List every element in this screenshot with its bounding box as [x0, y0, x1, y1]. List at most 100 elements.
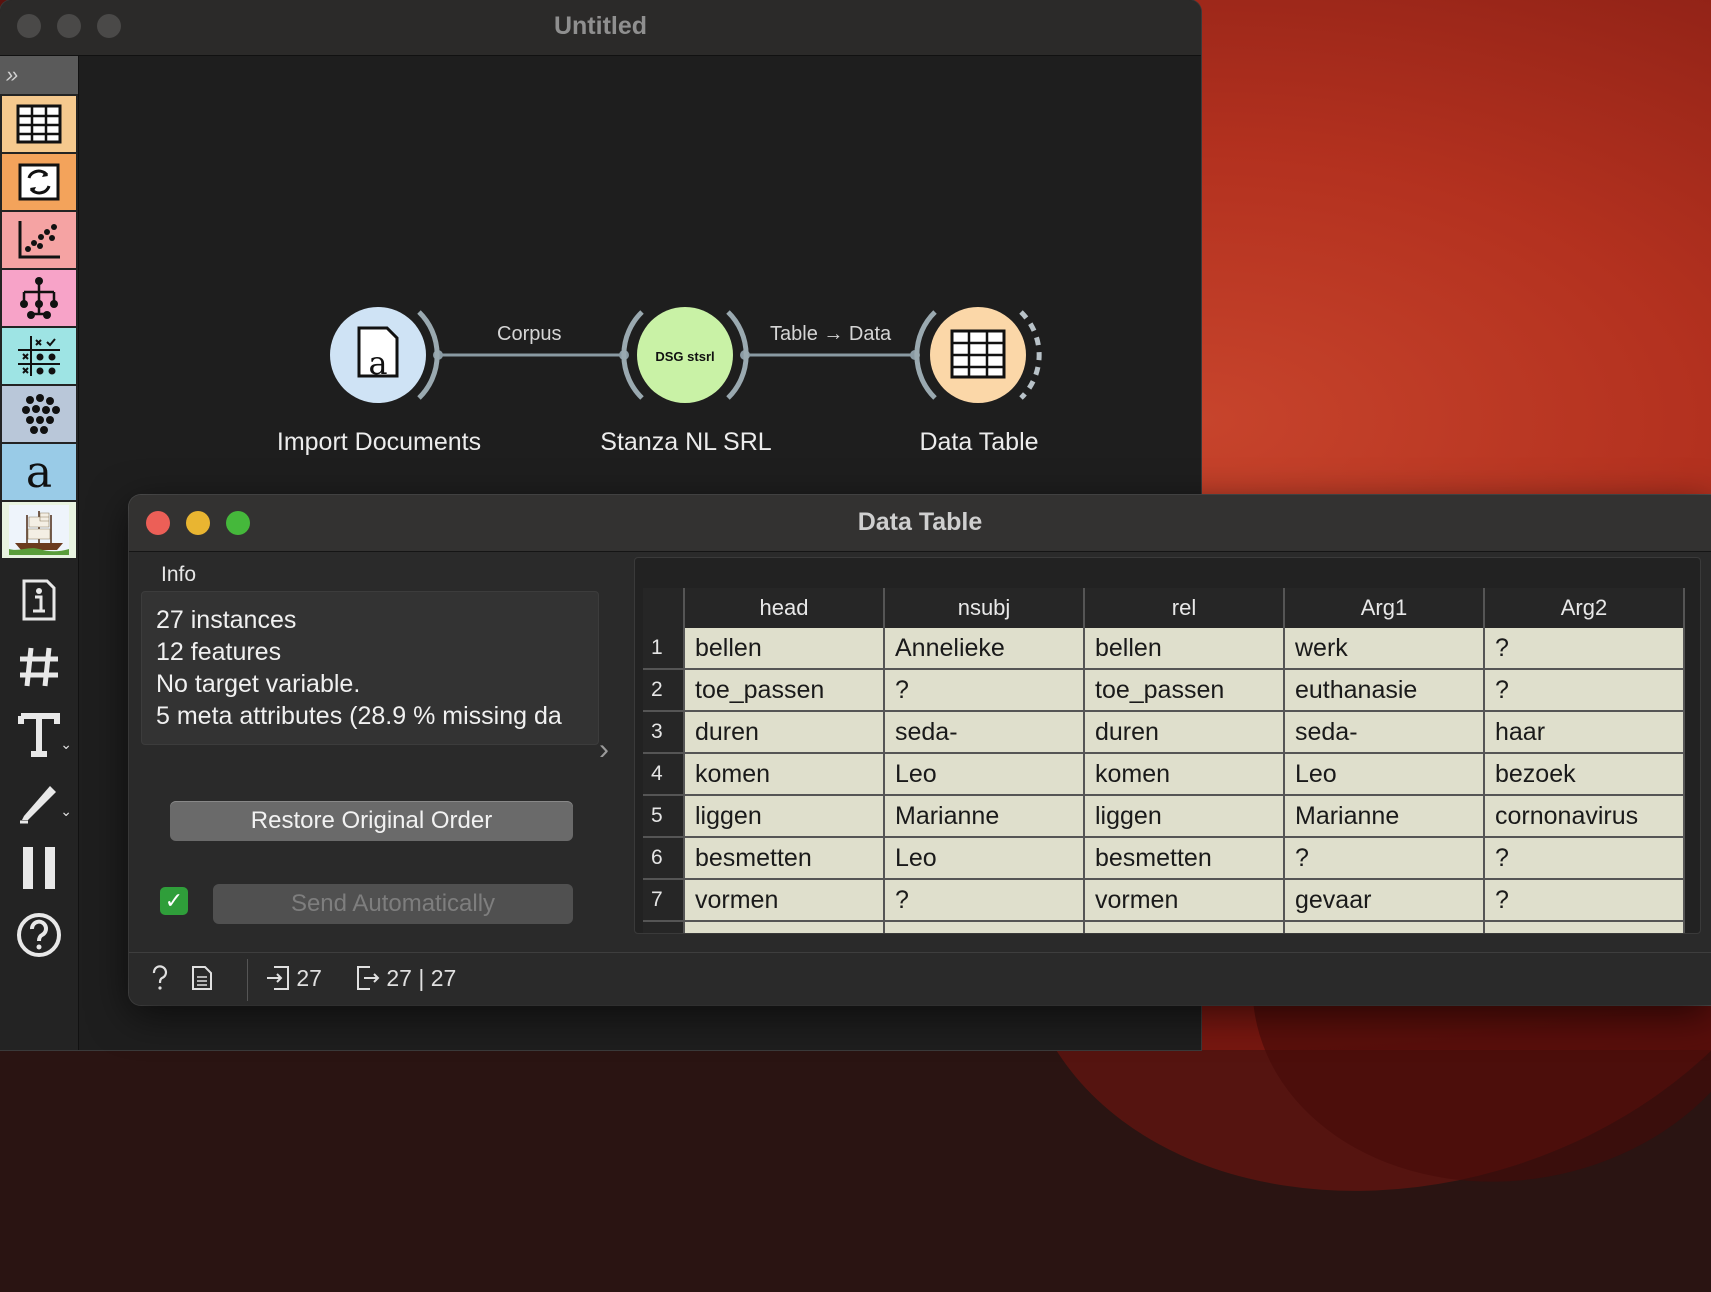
table-cell[interactable]: liggen: [684, 795, 885, 838]
node-label-data-table: Data Table: [919, 428, 1039, 456]
table-cell[interactable]: Leo: [884, 837, 1085, 880]
table-cell[interactable]: Marianne: [1284, 795, 1485, 838]
table-cell[interactable]: werk: [1284, 628, 1485, 670]
category-ship-logo-icon[interactable]: [2, 502, 76, 558]
row-number[interactable]: 3: [643, 711, 685, 754]
widget-toolbox: » a ⌄ ⌄: [0, 56, 79, 1050]
table-cell[interactable]: duren: [684, 711, 885, 754]
table-cell[interactable]: cornonavirus: [1484, 795, 1685, 838]
table-cell[interactable]: vormen: [684, 879, 885, 922]
table-cell[interactable]: vormen: [1084, 879, 1285, 922]
row-number[interactable]: 7: [643, 879, 685, 922]
table-row[interactable]: 5 liggen Marianne liggen Marianne cornonaviru…: [643, 795, 1685, 838]
input-count: 27: [266, 965, 322, 992]
column-header-rel[interactable]: rel: [1084, 588, 1285, 628]
category-model-icon[interactable]: [2, 270, 76, 326]
table-cell[interactable]: toe_passen: [1084, 669, 1285, 712]
info-features: 12 features: [156, 638, 282, 666]
info-icon[interactable]: [0, 566, 78, 633]
category-visualize-icon[interactable]: [2, 212, 76, 268]
row-number[interactable]: 4: [643, 753, 685, 796]
header-row: head nsubj rel Arg1 Arg2: [643, 588, 1685, 628]
table-cell[interactable]: ?: [1484, 837, 1685, 880]
status-divider: [247, 959, 248, 1001]
table-row[interactable]: 6 besmetten Leo besmetten??: [643, 837, 1685, 880]
send-automatically-checkbox[interactable]: ✓: [160, 887, 188, 915]
data-grid: head nsubj rel Arg1 Arg2 1 bellen Anneliek…: [643, 588, 1685, 933]
table-cell[interactable]: komen: [684, 753, 885, 796]
help-icon[interactable]: [0, 901, 78, 968]
table-cell[interactable]: ?: [884, 879, 1085, 922]
node-data-table[interactable]: [914, 307, 1042, 403]
table-cell[interactable]: duren: [1084, 711, 1285, 754]
category-text-mining-icon[interactable]: a: [2, 444, 76, 500]
data-table-titlebar: Data Table: [129, 495, 1711, 552]
send-automatically-button[interactable]: Send Automatically: [213, 884, 573, 924]
table-row[interactable]: 2 toe_passen? toe_passen euthanasie?: [643, 669, 1685, 712]
data-table-view[interactable]: head nsubj rel Arg1 Arg2 1 bellen Anneliek…: [634, 557, 1701, 934]
info-target: No target variable.: [156, 670, 361, 698]
table-cell[interactable]: komen: [1084, 753, 1285, 796]
main-titlebar: Untitled: [0, 0, 1201, 56]
row-number[interactable]: 1: [643, 628, 685, 670]
node-label-import-documents: Import Documents: [276, 428, 482, 456]
text-icon[interactable]: ⌄: [0, 700, 78, 767]
table-cell[interactable]: Leo: [884, 753, 1085, 796]
table-cell[interactable]: ?: [884, 669, 1085, 712]
table-row[interactable]: 1 bellen Annelieke bellen werk?: [643, 628, 1685, 670]
table-cell[interactable]: seda-: [884, 711, 1085, 754]
node-import-documents[interactable]: a: [330, 307, 440, 403]
report-icon[interactable]: [191, 965, 213, 997]
pen-icon[interactable]: ⌄: [0, 767, 78, 834]
column-header-head[interactable]: head: [684, 588, 885, 628]
table-cell[interactable]: ?: [1484, 669, 1685, 712]
chevron-right-icon[interactable]: ›: [599, 733, 609, 767]
table-cell[interactable]: Annelieke: [884, 628, 1085, 670]
table-cell[interactable]: ?: [1284, 837, 1485, 880]
table-cell[interactable]: haar: [1484, 711, 1685, 754]
category-evaluate-icon[interactable]: [2, 328, 76, 384]
row-number[interactable]: 5: [643, 795, 685, 838]
column-header-arg2[interactable]: Arg2: [1484, 588, 1685, 628]
table-cell[interactable]: seda-: [1284, 711, 1485, 754]
column-header-arg1[interactable]: Arg1: [1284, 588, 1485, 628]
category-transform-icon[interactable]: [2, 154, 76, 210]
table-cell[interactable]: ?: [1484, 628, 1685, 670]
column-header-nsubj[interactable]: nsubj: [884, 588, 1085, 628]
table-cell[interactable]: euthanasie: [1284, 669, 1485, 712]
status-bar: 27 27 | 27: [129, 952, 1711, 1005]
table-cell[interactable]: besmetten: [1084, 837, 1285, 880]
input-icon: [267, 966, 289, 990]
table-row[interactable]: 4 komen Leo komen Leo bezoek: [643, 753, 1685, 796]
text-import-icon: a: [368, 344, 387, 382]
table-cell[interactable]: bellen: [1084, 628, 1285, 670]
table-row[interactable]: 3 duren seda-duren seda-haar: [643, 711, 1685, 754]
table-cell[interactable]: liggen: [1084, 795, 1285, 838]
table-cell[interactable]: gevaar: [1284, 879, 1485, 922]
restore-original-order-button[interactable]: Restore Original Order: [170, 801, 573, 841]
table-cell[interactable]: toe_passen: [684, 669, 885, 712]
table-cell[interactable]: Leo: [1284, 753, 1485, 796]
category-data-icon[interactable]: [2, 96, 76, 152]
pause-icon[interactable]: [0, 834, 78, 901]
output-count: 27 | 27: [356, 965, 456, 992]
row-number[interactable]: 2: [643, 669, 685, 712]
table-row[interactable]: 7 vormen? vormen gevaar?: [643, 879, 1685, 922]
help-icon[interactable]: [149, 965, 171, 997]
table-cell[interactable]: Marianne: [884, 795, 1085, 838]
corner-header[interactable]: [643, 588, 685, 628]
category-unsupervised-icon[interactable]: [2, 386, 76, 442]
table-cell[interactable]: besmetten: [684, 837, 885, 880]
node-label-stanza: Stanza NL SRL: [600, 428, 772, 456]
table-cell[interactable]: bezoek: [1484, 753, 1685, 796]
svg-text:a: a: [26, 449, 52, 495]
node-stanza-nl-srl[interactable]: DSG stsrl: [621, 307, 749, 403]
table-cell[interactable]: ?: [1484, 879, 1685, 922]
data-table-window: Data Table Info 27 instances 12 features…: [129, 495, 1711, 1005]
info-instances: 27 instances: [156, 606, 297, 634]
grid-icon[interactable]: [0, 633, 78, 700]
row-number[interactable]: 6: [643, 837, 685, 880]
table-row-partial: [643, 921, 1685, 933]
expand-toolbox-button[interactable]: »: [0, 56, 78, 94]
table-cell[interactable]: bellen: [684, 628, 885, 670]
